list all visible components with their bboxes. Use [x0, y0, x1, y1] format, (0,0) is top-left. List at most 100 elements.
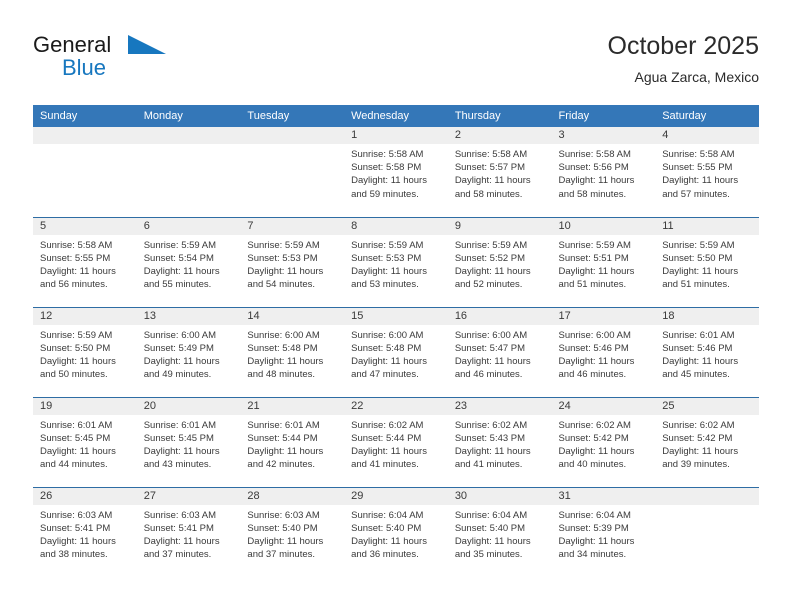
daylight-text: Daylight: 11 hours and 55 minutes. [143, 265, 220, 291]
calendar-day-cell-5[interactable]: 5 Sunrise: 5:58 AM Sunset: 5:55 PM Daylight… [33, 216, 137, 307]
sunset-text: Sunset: 5:56 PM [558, 162, 629, 174]
sunrise-text: Sunrise: 5:58 AM [40, 239, 113, 251]
calendar-day-cell-21[interactable]: 21 Sunrise: 6:01 AM Sunset: 5:44 PM Dayligh… [240, 396, 345, 487]
calendar-day-cell-11[interactable]: 11 Sunrise: 5:59 AM Sunset: 5:50 PM Dayligh… [655, 216, 759, 307]
calendar-day-cell-24[interactable]: 24 Sunrise: 6:02 AM Sunset: 5:42 PM Dayligh… [551, 396, 656, 487]
daylight-text: Daylight: 11 hours and 38 minutes. [40, 535, 116, 561]
calendar-day-cell-4[interactable]: 4 Sunrise: 5:58 AM Sunset: 5:55 PM Daylight… [655, 127, 759, 217]
page-subtitle: Agua Zarca, Mexico [634, 69, 760, 85]
sunset-text: Sunset: 5:44 PM [351, 432, 422, 444]
sunset-text: Sunset: 5:48 PM [351, 342, 422, 354]
calendar-day-cell-19[interactable]: 19 Sunrise: 6:01 AM Sunset: 5:45 PM Dayligh… [33, 396, 137, 487]
calendar-day-cell-17[interactable]: 17 Sunrise: 6:00 AM Sunset: 5:46 PM Dayligh… [551, 306, 656, 397]
calendar-day-cell-8[interactable]: 8 Sunrise: 5:59 AM Sunset: 5:53 PM Daylight… [344, 216, 448, 307]
day-details: Sunrise: 5:59 AM Sunset: 5:53 PM Daylight:… [344, 235, 448, 292]
calendar-day-cell-7[interactable]: 7 Sunrise: 5:59 AM Sunset: 5:53 PM Daylight… [240, 216, 345, 307]
daylight-text: Daylight: 11 hours and 42 minutes. [247, 445, 324, 471]
sunrise-text: Sunrise: 6:01 AM [662, 329, 735, 341]
sunrise-text: Sunrise: 6:04 AM [454, 509, 528, 521]
sunrise-text: Sunrise: 5:59 AM [351, 239, 424, 251]
calendar-day-cell-empty [655, 486, 759, 577]
day-details: Sunrise: 6:02 AM Sunset: 5:44 PM Daylight:… [344, 415, 448, 472]
daylight-text: Daylight: 11 hours and 51 minutes. [662, 265, 739, 291]
sunset-text: Sunset: 5:53 PM [351, 252, 422, 264]
triangle-icon [128, 35, 168, 63]
daylight-text: Daylight: 11 hours and 40 minutes. [558, 445, 635, 471]
calendar-day-cell-29[interactable]: 29 Sunrise: 6:04 AM Sunset: 5:40 PM Dayligh… [344, 486, 448, 577]
daylight-text: Daylight: 11 hours and 47 minutes. [351, 355, 427, 381]
sunrise-text: Sunrise: 6:00 AM [351, 329, 424, 341]
calendar-day-cell-28[interactable]: 28 Sunrise: 6:03 AM Sunset: 5:40 PM Dayligh… [240, 486, 345, 577]
sunset-text: Sunset: 5:40 PM [454, 522, 526, 534]
daylight-text: Daylight: 11 hours and 46 minutes. [454, 355, 531, 381]
day-details: Sunrise: 5:58 AM Sunset: 5:55 PM Daylight:… [33, 235, 137, 292]
calendar-day-cell-27[interactable]: 27 Sunrise: 6:03 AM Sunset: 5:41 PM Dayligh… [136, 486, 241, 577]
daylight-text: Daylight: 11 hours and 46 minutes. [558, 355, 635, 381]
day-details: Sunrise: 5:58 AM Sunset: 5:56 PM Daylight:… [552, 144, 656, 201]
day-details: Sunrise: 6:04 AM Sunset: 5:40 PM Daylight:… [344, 505, 448, 562]
calendar-day-cell-30[interactable]: 30 Sunrise: 6:04 AM Sunset: 5:40 PM Dayligh… [447, 486, 552, 577]
day-details: Sunrise: 6:00 AM Sunset: 5:46 PM Daylight:… [552, 325, 656, 382]
daylight-text: Daylight: 11 hours and 44 minutes. [40, 445, 116, 471]
calendar-page: General Blue October 2025 Agua Zarca, Me… [0, 0, 792, 612]
calendar-day-cell-31[interactable]: 31 Sunrise: 6:04 AM Sunset: 5:39 PM Dayligh… [551, 486, 656, 577]
calendar-day-cell-13[interactable]: 13 Sunrise: 6:00 AM Sunset: 5:49 PM Dayligh… [136, 306, 241, 397]
day-details: Sunrise: 5:59 AM Sunset: 5:50 PM Daylight:… [655, 235, 759, 292]
calendar-day-cell-16[interactable]: 16 Sunrise: 6:00 AM Sunset: 5:47 PM Dayligh… [447, 306, 552, 397]
daylight-text: Daylight: 11 hours and 45 minutes. [662, 355, 739, 381]
day-details: Sunrise: 6:01 AM Sunset: 5:45 PM Daylight:… [137, 415, 241, 472]
sunset-text: Sunset: 5:54 PM [143, 252, 214, 264]
calendar-day-cell-14[interactable]: 14 Sunrise: 6:00 AM Sunset: 5:48 PM Dayligh… [240, 306, 345, 397]
calendar-header-row: Sunday Monday Tuesday Wednesday Thursday Frid… [33, 105, 759, 127]
day-details: Sunrise: 5:59 AM Sunset: 5:54 PM Daylight:… [137, 235, 241, 292]
day-number: 7 [240, 217, 345, 235]
day-number: 27 [136, 487, 241, 505]
sunrise-text: Sunrise: 6:01 AM [40, 419, 113, 431]
sunrise-text: Sunrise: 5:58 AM [558, 149, 631, 160]
calendar-day-cell-26[interactable]: 26 Sunrise: 6:03 AM Sunset: 5:41 PM Dayligh… [33, 486, 137, 577]
day-number: 12 [33, 307, 137, 325]
calendar-day-cell-1[interactable]: 1 Sunrise: 5:58 AM Sunset: 5:58 PM Daylight… [344, 127, 448, 217]
sunrise-text: Sunrise: 5:59 AM [40, 329, 113, 341]
daylight-text: Daylight: 11 hours and 57 minutes. [662, 175, 739, 200]
calendar-day-cell-15[interactable]: 15 Sunrise: 6:00 AM Sunset: 5:48 PM Dayligh… [344, 306, 448, 397]
calendar-day-cell-23[interactable]: 23 Sunrise: 6:02 AM Sunset: 5:43 PM Dayligh… [447, 396, 552, 487]
day-number: 2 [447, 127, 552, 144]
daylight-text: Daylight: 11 hours and 36 minutes. [351, 535, 427, 561]
calendar-day-cell-3[interactable]: 3 Sunrise: 5:58 AM Sunset: 5:56 PM Daylight… [551, 127, 656, 217]
brand-name-general: General [33, 32, 112, 57]
sunrise-text: Sunrise: 5:58 AM [351, 149, 424, 160]
day-number: 3 [551, 127, 656, 144]
sunset-text: Sunset: 5:48 PM [247, 342, 318, 354]
day-number: 18 [655, 307, 759, 325]
calendar-body: 1 Sunrise: 5:58 AM Sunset: 5:58 PM Daylight… [33, 127, 759, 577]
daylight-text: Daylight: 11 hours and 39 minutes. [662, 445, 739, 471]
sunset-text: Sunset: 5:52 PM [454, 252, 526, 264]
calendar-day-cell-6[interactable]: 6 Sunrise: 5:59 AM Sunset: 5:54 PM Daylight… [136, 216, 241, 307]
weekday-header-monday: Monday [136, 105, 241, 127]
day-details: Sunrise: 5:58 AM Sunset: 5:55 PM Daylight:… [655, 144, 759, 201]
brand-logo[interactable]: General Blue [33, 32, 233, 80]
sunset-text: Sunset: 5:40 PM [351, 522, 422, 534]
calendar-day-cell-20[interactable]: 20 Sunrise: 6:01 AM Sunset: 5:45 PM Dayligh… [136, 396, 241, 487]
calendar-day-cell-9[interactable]: 9 Sunrise: 5:59 AM Sunset: 5:52 PM Daylight… [447, 216, 552, 307]
sunset-text: Sunset: 5:57 PM [454, 162, 526, 174]
brand-logo-top-row: General [33, 32, 233, 57]
sunrise-text: Sunrise: 6:00 AM [143, 329, 217, 341]
calendar-day-cell-25[interactable]: 25 Sunrise: 6:02 AM Sunset: 5:42 PM Dayligh… [655, 396, 759, 487]
empty-day-band [136, 127, 241, 144]
calendar-day-cell-22[interactable]: 22 Sunrise: 6:02 AM Sunset: 5:44 PM Dayligh… [344, 396, 448, 487]
calendar-day-cell-10[interactable]: 10 Sunrise: 5:59 AM Sunset: 5:51 PM Dayligh… [551, 216, 656, 307]
calendar-day-cell-18[interactable]: 18 Sunrise: 6:01 AM Sunset: 5:46 PM Dayligh… [655, 306, 759, 397]
day-number: 23 [447, 397, 552, 415]
sunset-text: Sunset: 5:40 PM [247, 522, 318, 534]
sunrise-text: Sunrise: 6:02 AM [558, 419, 631, 431]
sunrise-text: Sunrise: 5:59 AM [247, 239, 320, 251]
calendar-week-row: 5 Sunrise: 5:58 AM Sunset: 5:55 PM Daylight… [33, 216, 759, 307]
daylight-text: Daylight: 11 hours and 35 minutes. [454, 535, 531, 561]
calendar-day-cell-2[interactable]: 2 Sunrise: 5:58 AM Sunset: 5:57 PM Daylight… [447, 127, 552, 217]
calendar-day-cell-12[interactable]: 12 Sunrise: 5:59 AM Sunset: 5:50 PM Dayligh… [33, 306, 137, 397]
weekday-header-row: Sunday Monday Tuesday Wednesday Thursday Frid… [33, 105, 759, 127]
day-number: 30 [447, 487, 552, 505]
daylight-text: Daylight: 11 hours and 43 minutes. [143, 445, 220, 471]
